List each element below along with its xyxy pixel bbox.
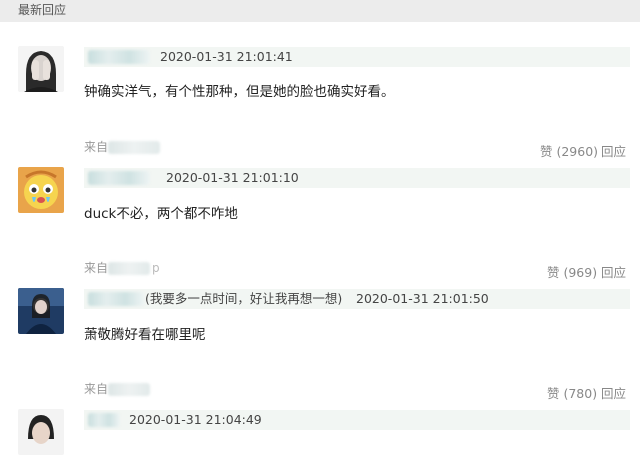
source-label: 来自 xyxy=(84,382,109,396)
blue-portrait-avatar xyxy=(18,288,64,334)
source-blurred[interactable] xyxy=(108,262,150,275)
avatar[interactable] xyxy=(18,409,64,455)
woman-hiding-face-avatar xyxy=(18,46,64,92)
source-blurred[interactable] xyxy=(108,141,160,154)
comment-text: duck不必，两个都不咋地 xyxy=(84,206,238,222)
section-header: 最新回应 xyxy=(0,0,640,22)
username-blurred[interactable] xyxy=(88,50,150,64)
comment-text: 钟确实洋气，有个性那种，但是她的脸也确实好看。 xyxy=(84,84,395,100)
avatar[interactable] xyxy=(18,288,64,334)
source-blurred[interactable] xyxy=(108,383,150,396)
avatar[interactable] xyxy=(18,46,64,92)
comment-timestamp: 2020-01-31 21:04:49 xyxy=(129,412,262,427)
dark-hair-avatar xyxy=(18,409,64,455)
source-label: 来自 xyxy=(84,261,109,275)
reply-button[interactable]: 回应 xyxy=(601,386,626,402)
comment-timestamp: 2020-01-31 21:01:41 xyxy=(160,49,293,64)
comment-text: 萧敬腾好看在哪里呢 xyxy=(84,327,206,343)
source-label: 来自 xyxy=(84,140,109,154)
like-button[interactable]: 赞 (2960) xyxy=(540,144,598,160)
like-button[interactable]: 赞 (780) xyxy=(547,386,597,402)
like-button[interactable]: 赞 (969) xyxy=(547,265,597,281)
reply-button[interactable]: 回应 xyxy=(601,265,626,281)
comment-timestamp: 2020-01-31 21:01:50 xyxy=(356,291,489,306)
comment-timestamp: 2020-01-31 21:01:10 xyxy=(166,170,299,185)
reply-button[interactable]: 回应 xyxy=(601,144,626,160)
crying-cartoon-avatar xyxy=(18,167,64,213)
username-blurred[interactable] xyxy=(88,171,150,185)
avatar[interactable] xyxy=(18,167,64,213)
username-blurred[interactable] xyxy=(88,292,144,306)
source-tail: p xyxy=(152,261,160,275)
user-signature: (我要多一点时间，好让我再想一想) xyxy=(145,291,343,306)
section-title: 最新回应 xyxy=(18,3,67,17)
username-blurred[interactable] xyxy=(88,413,120,427)
